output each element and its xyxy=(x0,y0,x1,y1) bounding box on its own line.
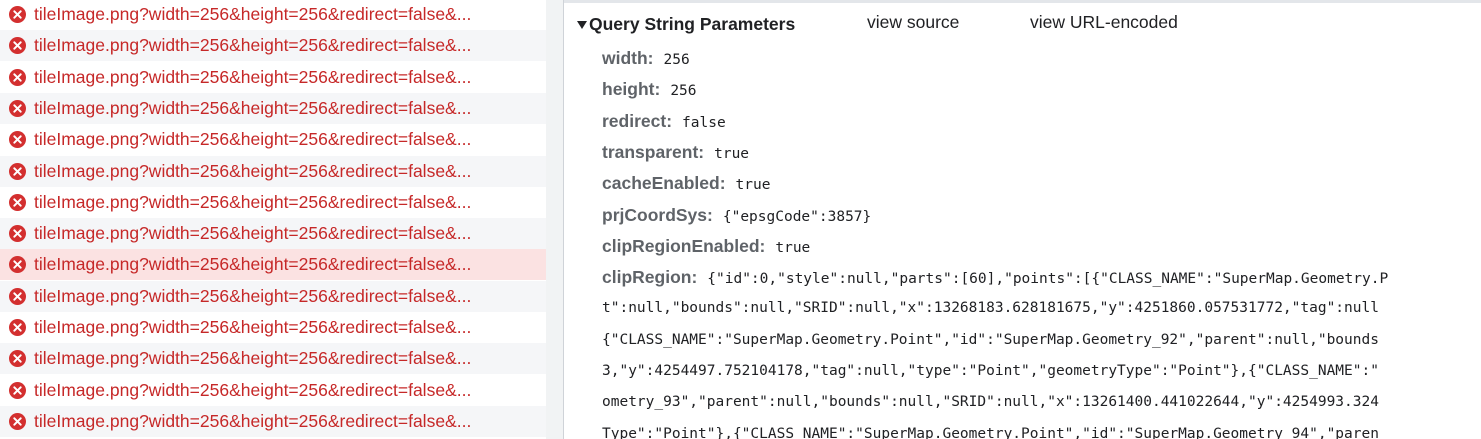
request-row[interactable]: tileImage.png?width=256&height=256&redir… xyxy=(0,343,546,375)
param-value: false xyxy=(682,114,726,131)
panel-divider[interactable] xyxy=(546,0,563,439)
error-circle-x-icon xyxy=(9,412,26,430)
error-circle-x-icon xyxy=(9,193,26,211)
param-row: height: 256 xyxy=(602,79,697,103)
request-name: tileImage.png?width=256&height=256&redir… xyxy=(34,160,472,181)
error-circle-x-icon xyxy=(9,319,26,336)
param-key: prjCoordSys: xyxy=(602,204,713,225)
request-row[interactable]: tileImage.png?width=256&height=256&redir… xyxy=(0,249,546,281)
request-row[interactable]: tileImage.png?width=256&height=256&redir… xyxy=(0,0,546,30)
param-row: transparent: true xyxy=(602,142,749,166)
request-row[interactable]: tileImage.png?width=256&height=256&redir… xyxy=(0,62,546,93)
triangle-down-icon[interactable] xyxy=(577,21,587,29)
param-row: clipRegion: {"id":0,"style":null,"parts":… xyxy=(602,267,1388,291)
clip-region-line: 3,"y":4254497.752104178,"tag":null,"type… xyxy=(602,363,1379,379)
param-key: redirect: xyxy=(602,110,673,131)
param-value: {"epsgCode":3857} xyxy=(722,208,872,225)
param-row: prjCoordSys: {"epsgCode":3857} xyxy=(602,205,871,229)
request-row[interactable]: tileImage.png?width=256&height=256&redir… xyxy=(0,92,546,124)
request-name: tileImage.png?width=256&height=256&redir… xyxy=(34,254,472,275)
param-value: true xyxy=(714,145,750,162)
request-row[interactable]: tileImage.png?width=256&height=256&redir… xyxy=(0,375,546,406)
param-key: clipRegion: xyxy=(602,267,698,288)
request-row[interactable]: tileImage.png?width=256&height=256&redir… xyxy=(0,155,546,187)
view-source-link[interactable]: view source xyxy=(867,12,959,33)
error-circle-x-icon xyxy=(9,131,26,149)
request-row[interactable]: tileImage.png?width=256&height=256&redir… xyxy=(0,218,546,250)
param-key: width: xyxy=(602,48,654,68)
view-url-encoded-link[interactable]: view URL-encoded xyxy=(1030,12,1178,33)
error-circle-x-icon xyxy=(9,225,26,243)
clip-region-line: ometry_93","parent":null,"bounds":null,"… xyxy=(602,394,1379,411)
request-row[interactable]: tileImage.png?width=256&height=256&redir… xyxy=(0,30,546,62)
param-key: height: xyxy=(602,79,661,100)
error-circle-x-icon xyxy=(9,162,26,180)
request-name: tileImage.png?width=256&height=256&redir… xyxy=(34,4,472,24)
error-circle-x-icon xyxy=(9,6,26,23)
request-name: tileImage.png?width=256&height=256&redir… xyxy=(34,129,472,150)
param-value: true xyxy=(735,177,771,194)
param-value: 256 xyxy=(663,52,690,68)
request-name: tileImage.png?width=256&height=256&redir… xyxy=(34,379,472,400)
request-name: tileImage.png?width=256&height=256&redir… xyxy=(34,66,472,87)
request-name: tileImage.png?width=256&height=256&redir… xyxy=(34,285,472,306)
request-name: tileImage.png?width=256&height=256&redir… xyxy=(34,223,472,244)
error-circle-x-icon xyxy=(9,256,26,274)
error-circle-x-icon xyxy=(9,99,26,117)
request-name: tileImage.png?width=256&height=256&redir… xyxy=(34,348,472,369)
request-details: Query String Parameters view source view… xyxy=(564,0,1481,439)
param-row: cacheEnabled: true xyxy=(602,173,770,197)
clip-region-line: Type":"Point"},{"CLASS_NAME":"SuperMap.G… xyxy=(602,425,1379,439)
request-name: tileImage.png?width=256&height=256&redir… xyxy=(34,35,472,56)
devtools-network-panel: tileImage.png?width=256&height=256&redir… xyxy=(0,0,1481,439)
param-value: {"id":0,"style":null,"parts":[60],"point… xyxy=(707,271,1389,288)
param-row: clipRegionEnabled: true xyxy=(602,236,810,260)
request-row[interactable]: tileImage.png?width=256&height=256&redir… xyxy=(0,312,546,343)
param-key: transparent: xyxy=(602,141,705,162)
error-circle-x-icon xyxy=(9,287,26,305)
request-name: tileImage.png?width=256&height=256&redir… xyxy=(34,410,472,431)
clip-region-line: t":null,"bounds":null,"SRID":null,"x":13… xyxy=(602,300,1379,317)
request-row[interactable]: tileImage.png?width=256&height=256&redir… xyxy=(0,405,546,437)
request-row[interactable]: tileImage.png?width=256&height=256&redir… xyxy=(0,280,546,312)
param-value: true xyxy=(775,239,811,256)
request-name: tileImage.png?width=256&height=256&redir… xyxy=(34,317,472,337)
param-key: clipRegionEnabled: xyxy=(602,235,766,256)
section-title: Query String Parameters xyxy=(589,13,796,34)
error-circle-x-icon xyxy=(9,37,26,55)
request-row[interactable]: tileImage.png?width=256&height=256&redir… xyxy=(0,124,546,155)
request-list: tileImage.png?width=256&height=256&redir… xyxy=(0,0,546,439)
param-key: cacheEnabled: xyxy=(602,173,726,194)
clip-region-line: {"CLASS_NAME":"SuperMap.Geometry.Point",… xyxy=(602,331,1379,348)
query-string-header[interactable]: Query String Parameters xyxy=(577,12,795,36)
param-row: width: 256 xyxy=(602,48,690,72)
request-row[interactable]: tileImage.png?width=256&height=256&redir… xyxy=(0,187,546,218)
request-name: tileImage.png?width=256&height=256&redir… xyxy=(34,97,472,118)
error-circle-x-icon xyxy=(9,68,26,86)
error-circle-x-icon xyxy=(9,350,26,368)
param-row: redirect: false xyxy=(602,111,726,135)
error-circle-x-icon xyxy=(9,381,26,399)
param-value: 256 xyxy=(670,83,697,100)
request-name: tileImage.png?width=256&height=256&redir… xyxy=(34,191,472,212)
